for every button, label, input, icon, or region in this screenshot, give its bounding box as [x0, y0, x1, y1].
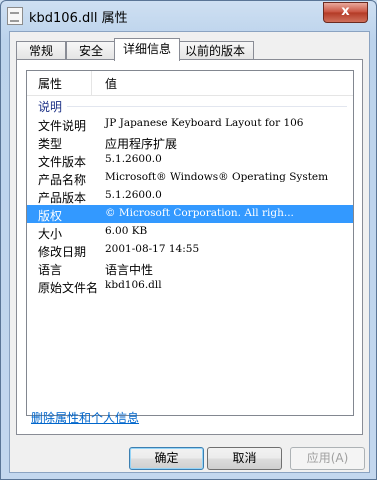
row-value: 语言中性 — [105, 263, 154, 277]
group-header-description: 说明 — [38, 100, 63, 114]
list-row[interactable]: 语言 语言中性 — [27, 259, 353, 277]
tab-label: 安全 — [78, 44, 103, 58]
window-title: kbd106.dll 属性 — [29, 11, 128, 26]
list-row[interactable]: 类型 应用程序扩展 — [27, 133, 353, 151]
tab-label: 详细信息 — [122, 42, 171, 56]
tab-security[interactable]: 安全 — [66, 41, 116, 60]
dialog-client-area: 常规 安全 详细信息 以前的版本 属性 值 说明 文件说明 JP Japanese… — [9, 31, 370, 473]
details-list[interactable]: 属性 值 说明 文件说明 JP Japanese Keyboard Layout … — [26, 70, 354, 416]
row-value: 2001-08-17 14:55 — [105, 243, 200, 255]
row-key: 产品版本 — [38, 191, 87, 205]
row-value: 5.1.2600.0 — [105, 153, 162, 165]
list-row-selected[interactable]: 版权 © Microsoft Corporation. All righ... — [27, 205, 353, 223]
column-divider[interactable] — [91, 71, 92, 95]
list-row[interactable]: 修改日期 2001-08-17 14:55 — [27, 241, 353, 259]
apply-button[interactable]: 应用(A) — [290, 447, 365, 470]
dll-file-icon — [7, 7, 23, 25]
row-key: 产品名称 — [38, 173, 87, 187]
close-icon: x — [341, 4, 350, 19]
tab-details[interactable]: 详细信息 — [114, 38, 180, 61]
cancel-button[interactable]: 取消 — [207, 447, 282, 470]
tab-general[interactable]: 常规 — [16, 41, 66, 60]
row-value: kbd106.dll — [105, 279, 162, 291]
list-row[interactable]: 文件版本 5.1.2600.0 — [27, 151, 353, 169]
row-value: Microsoft® Windows® Operating System — [105, 171, 329, 183]
properties-window: kbd106.dll 属性 x 常规 安全 详细信息 以前的版本 属性 值 说明… — [0, 0, 377, 480]
details-panel: 属性 值 说明 文件说明 JP Japanese Keyboard Layout … — [16, 59, 363, 435]
row-key: 文件版本 — [38, 155, 87, 169]
close-button[interactable]: x — [323, 2, 368, 23]
row-value: 5.1.2600.0 — [105, 189, 162, 201]
row-key: 版权 — [38, 209, 63, 223]
column-header-value[interactable]: 值 — [105, 75, 117, 92]
row-value: 应用程序扩展 — [105, 137, 178, 151]
list-header: 属性 值 — [27, 71, 353, 96]
row-value: JP Japanese Keyboard Layout for 106 — [105, 117, 304, 129]
row-key: 大小 — [38, 227, 63, 241]
group-divider — [67, 106, 347, 107]
list-row[interactable]: 文件说明 JP Japanese Keyboard Layout for 106 — [27, 115, 353, 133]
row-key: 原始文件名 — [38, 281, 99, 295]
tab-label: 常规 — [28, 44, 53, 58]
tab-previous-versions[interactable]: 以前的版本 — [176, 41, 254, 60]
row-key: 文件说明 — [38, 119, 87, 133]
title-bar[interactable]: kbd106.dll 属性 x — [1, 1, 376, 29]
row-key: 类型 — [38, 137, 63, 151]
column-header-property[interactable]: 属性 — [38, 75, 62, 92]
row-value: © Microsoft Corporation. All righ... — [105, 207, 294, 219]
row-value: 6.00 KB — [105, 225, 148, 237]
ok-button[interactable]: 确定 — [129, 447, 204, 470]
list-row[interactable]: 原始文件名 kbd106.dll — [27, 277, 353, 295]
list-row[interactable]: 产品名称 Microsoft® Windows® Operating System — [27, 169, 353, 187]
row-key: 语言 — [38, 263, 63, 277]
list-row[interactable]: 产品版本 5.1.2600.0 — [27, 187, 353, 205]
row-key: 修改日期 — [38, 245, 87, 259]
list-row[interactable]: 大小 6.00 KB — [27, 223, 353, 241]
tab-label: 以前的版本 — [184, 44, 245, 58]
remove-properties-link[interactable]: 删除属性和个人信息 — [31, 409, 139, 426]
